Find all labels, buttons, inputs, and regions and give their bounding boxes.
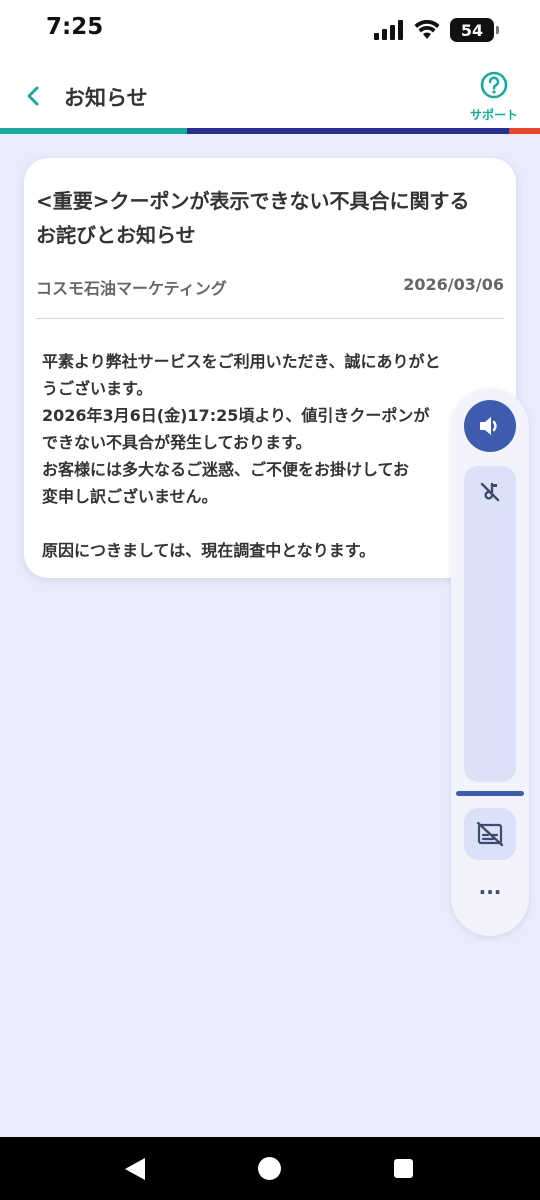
volume-button[interactable] <box>464 400 516 452</box>
notice-body-line: 2026年3月6日(金)17:25頃より、値引きクーポンが <box>42 406 430 425</box>
header-color-bar <box>0 128 540 134</box>
notice-body-line: できない不具合が発生しております。 <box>42 433 312 452</box>
status-icons: 54 <box>374 18 499 42</box>
signal-icon <box>374 20 403 40</box>
color-bar-red <box>509 128 540 134</box>
notice-body: 平素より弊社サービスをご利用いただき、誠にありがと うございます。 2026年3… <box>42 348 504 564</box>
status-bar: 7:25 54 <box>0 0 540 62</box>
nav-recent-icon[interactable] <box>394 1159 413 1178</box>
notice-body-line: うございます。 <box>42 379 153 398</box>
color-bar-navy <box>187 128 509 134</box>
slider-handle[interactable] <box>456 791 524 796</box>
notice-body-line: 平素より弊社サービスをご利用いただき、誠にありがと <box>42 352 441 371</box>
system-nav-bar <box>0 1137 540 1200</box>
captions-button[interactable] <box>464 808 516 860</box>
page-title: お知らせ <box>64 86 148 110</box>
notice-body-line: 原因につきましては、現在調査中となります。 <box>42 541 376 560</box>
notice-body-line: 変申し訳ございません。 <box>42 487 218 506</box>
notice-body-line: お客様には多大なるご迷惑、ご不便をお掛けしてお <box>42 460 410 479</box>
music-off-icon <box>480 482 500 502</box>
notice-card: <重要>クーポンが表示できない不具合に関する お詫びとお知らせ コスモ石油マーケ… <box>24 158 516 578</box>
more-icon: ··· <box>478 880 502 904</box>
chevron-left-icon <box>27 86 39 106</box>
notice-title: <重要>クーポンが表示できない不具合に関する お詫びとお知らせ <box>36 184 506 252</box>
notice-meta: コスモ石油マーケティング 2026/03/06 <box>36 275 504 299</box>
volume-slider[interactable] <box>464 466 516 782</box>
nav-back-icon[interactable] <box>122 1157 148 1181</box>
more-options-button[interactable]: ··· <box>474 882 506 914</box>
wifi-icon <box>414 20 440 39</box>
status-time: 7:25 <box>46 14 104 40</box>
volume-panel: ··· <box>451 388 529 936</box>
nav-home-icon[interactable] <box>258 1157 281 1180</box>
battery-level: 54 <box>460 20 484 40</box>
support-button[interactable]: サポート <box>464 70 524 122</box>
notice-title-line1: <重要>クーポンが表示できない不具合に関する <box>36 189 470 213</box>
speaker-icon <box>480 417 497 435</box>
color-bar-teal <box>0 128 187 134</box>
notice-divider <box>36 318 504 319</box>
back-button[interactable] <box>18 80 50 112</box>
app-header: お知らせ サポート <box>0 62 540 128</box>
notice-publisher: コスモ石油マーケティング <box>36 279 227 298</box>
notice-date: 2026/03/06 <box>403 275 504 294</box>
notice-title-line2: お詫びとお知らせ <box>36 223 196 247</box>
captions-off-icon <box>476 821 504 847</box>
support-label: サポート <box>469 108 518 122</box>
battery-icon: 54 <box>450 18 499 42</box>
help-circle-icon <box>480 71 508 99</box>
